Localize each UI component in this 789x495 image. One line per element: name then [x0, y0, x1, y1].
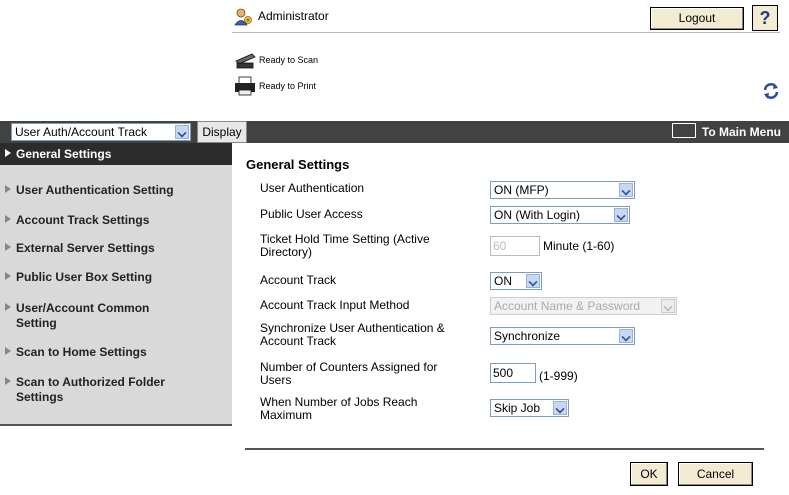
triangle-right-icon [5, 149, 11, 157]
scanner-icon [235, 53, 256, 69]
cancel-button[interactable]: Cancel [678, 462, 753, 486]
to-main-menu-link[interactable]: To Main Menu [671, 121, 781, 143]
ticket-hold-time-input[interactable]: 60 [490, 236, 540, 256]
account-track-input-method-label: Account Track Input Method [260, 298, 410, 312]
account-track-select[interactable]: ON [490, 272, 542, 290]
page-title: General Settings [246, 157, 350, 172]
select-value: ON (With Login) [494, 208, 581, 222]
help-button[interactable]: ? [752, 5, 778, 31]
sidebar-item-account-track[interactable]: Account Track Settings [0, 213, 232, 231]
footer-divider [245, 448, 764, 450]
sidebar-item-general-settings[interactable]: General Settings [0, 143, 232, 165]
print-status-label: Ready to Print [259, 81, 317, 91]
triangle-right-icon [5, 272, 11, 280]
ok-button[interactable]: OK [630, 462, 668, 486]
chevron-down-icon [619, 329, 633, 343]
synchronize-select[interactable]: Synchronize [490, 327, 635, 345]
triangle-right-icon [5, 243, 11, 251]
select-value: Account Name & Password [494, 299, 641, 313]
sidebar-item-label: Scan to Authorized Folder Settings [16, 375, 165, 404]
sidebar-item-user-account-common[interactable]: User/Account Common Setting [0, 301, 232, 333]
display-button[interactable]: Display [197, 121, 247, 143]
scan-status-label: Ready to Scan [259, 55, 319, 65]
chevron-down-icon [175, 125, 189, 139]
ticket-hold-time-label: Ticket Hold Time Setting (Active Directo… [260, 232, 430, 259]
sidebar-item-label: User Authentication Setting [16, 183, 174, 197]
administrator-icon [234, 8, 252, 26]
sidebar-item-label: Scan to Home Settings [16, 345, 147, 359]
number-of-counters-range: (1-999) [539, 369, 578, 383]
sidebar-item-label: User/Account Common Setting [16, 301, 150, 330]
mode-select-value: User Auth/Account Track [15, 125, 148, 139]
logout-button[interactable]: Logout [650, 7, 744, 30]
chevron-down-icon [526, 274, 540, 288]
sidebar-item-label: Account Track Settings [16, 213, 150, 227]
select-value: ON (MFP) [494, 183, 549, 197]
menu-icon [671, 123, 696, 138]
number-of-counters-input[interactable]: 500 [490, 363, 536, 383]
sidebar-item-public-user-box[interactable]: Public User Box Setting [0, 270, 232, 288]
chevron-down-icon [614, 208, 628, 222]
sidebar-item-label: External Server Settings [16, 241, 155, 255]
sidebar-divider [0, 424, 232, 426]
account-track-input-method-select[interactable]: Account Name & Password [490, 297, 677, 315]
synchronize-label: Synchronize User Authentication & Accoun… [260, 321, 445, 348]
mode-select[interactable]: User Auth/Account Track [11, 123, 191, 141]
jobs-reach-maximum-select[interactable]: Skip Job [490, 399, 569, 417]
triangle-right-icon [5, 347, 11, 355]
sidebar-item-external-server[interactable]: External Server Settings [0, 241, 232, 259]
account-track-label: Account Track [260, 273, 337, 287]
triangle-right-icon [5, 303, 11, 311]
public-user-access-select[interactable]: ON (With Login) [490, 206, 630, 224]
sidebar-item-label: General Settings [16, 147, 112, 161]
select-value: ON [494, 274, 512, 288]
user-name-label: Administrator [258, 9, 329, 23]
number-of-counters-label: Number of Counters Assigned for Users [260, 360, 438, 387]
chevron-down-icon [619, 183, 633, 197]
sidebar-item-user-authentication[interactable]: User Authentication Setting [0, 183, 232, 201]
user-authentication-label: User Authentication [260, 181, 365, 195]
sidebar-item-label: Public User Box Setting [16, 270, 153, 284]
printer-icon [235, 76, 255, 96]
public-user-access-label: Public User Access [260, 207, 363, 221]
chevron-down-icon [661, 299, 675, 313]
header-divider [232, 32, 780, 33]
triangle-right-icon [5, 185, 11, 193]
ticket-hold-time-unit: Minute (1-60) [543, 239, 615, 253]
triangle-right-icon [5, 215, 11, 223]
triangle-right-icon [5, 377, 11, 385]
to-main-menu-label: To Main Menu [701, 125, 781, 139]
jobs-reach-maximum-label: When Number of Jobs Reach Maximum [260, 395, 418, 422]
refresh-icon[interactable] [762, 82, 780, 100]
chevron-down-icon [553, 401, 567, 415]
select-value: Skip Job [494, 401, 541, 415]
sidebar: General Settings User Authentication Set… [0, 143, 232, 425]
select-value: Synchronize [494, 329, 561, 343]
sidebar-item-scan-to-home[interactable]: Scan to Home Settings [0, 345, 232, 363]
sidebar-item-scan-to-authorized-folder[interactable]: Scan to Authorized Folder Settings [0, 375, 232, 407]
user-authentication-select[interactable]: ON (MFP) [490, 181, 635, 199]
